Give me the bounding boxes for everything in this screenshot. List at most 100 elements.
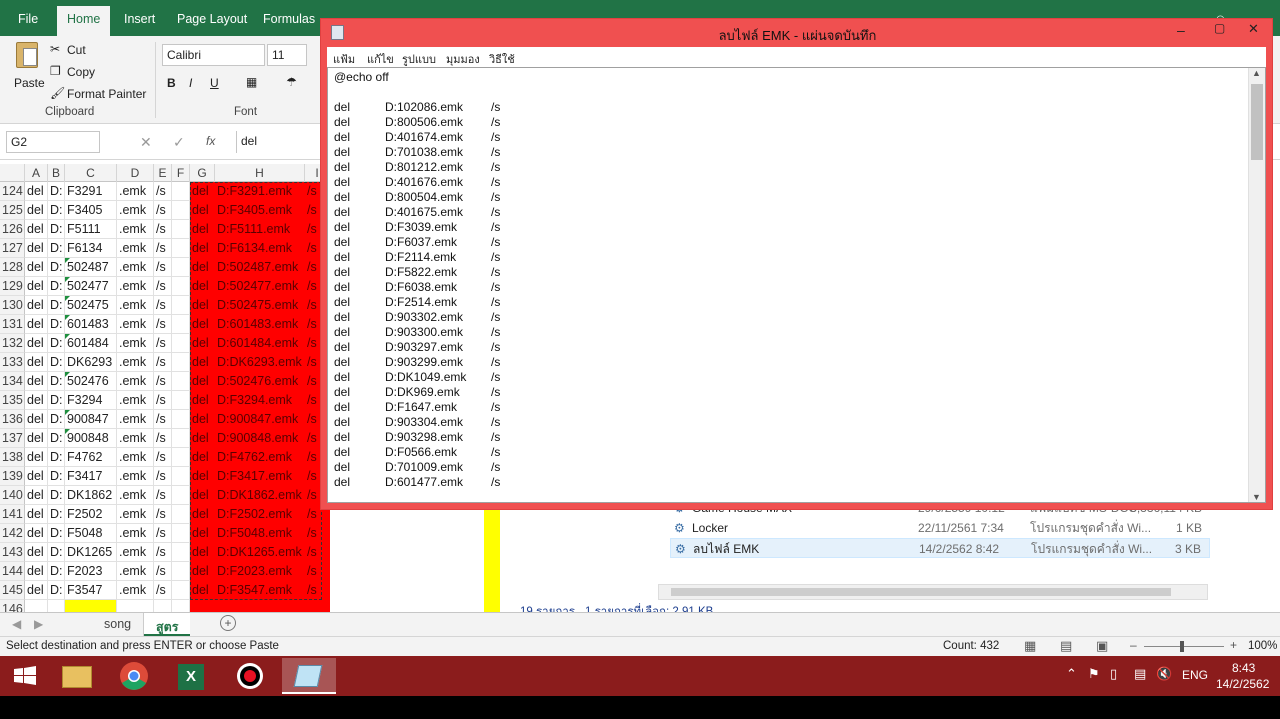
cell-e[interactable]: /s (154, 391, 172, 410)
cell-d[interactable]: .emk (117, 562, 154, 581)
cell-d[interactable]: .emk (117, 277, 154, 296)
cell-a[interactable]: del (25, 448, 48, 467)
cell-a[interactable]: del (25, 315, 48, 334)
menu-view[interactable]: มุมมอง (446, 50, 480, 68)
cell-c[interactable]: F3294 (65, 391, 117, 410)
underline-button[interactable]: U (210, 76, 219, 90)
cell-b[interactable]: D: (48, 581, 65, 600)
cell-c[interactable]: DK6293 (65, 353, 117, 372)
row-header[interactable]: 132 (0, 334, 25, 353)
cell-g[interactable]: del (190, 467, 215, 486)
cell-a[interactable]: del (25, 581, 48, 600)
start-button[interactable] (0, 658, 52, 694)
column-header-h[interactable]: H (215, 164, 305, 182)
cell-h[interactable]: D:F2023.emk (215, 562, 305, 581)
cell-g[interactable]: del (190, 201, 215, 220)
cell-f[interactable] (172, 201, 190, 220)
cell-b[interactable]: D: (48, 505, 65, 524)
cell-g[interactable]: del (190, 429, 215, 448)
cell-d[interactable]: .emk (117, 486, 154, 505)
cell-c[interactable]: 502475 (65, 296, 117, 315)
cell-h[interactable]: D:F3405.emk (215, 201, 305, 220)
bold-button[interactable]: B (167, 76, 176, 90)
cell-b[interactable]: D: (48, 334, 65, 353)
cell-a[interactable]: del (25, 391, 48, 410)
cell-d[interactable]: .emk (117, 372, 154, 391)
cell-e[interactable]: /s (154, 505, 172, 524)
paste-button[interactable]: Paste (10, 40, 46, 96)
cell-a[interactable]: del (25, 410, 48, 429)
close-button[interactable]: ✕ (1248, 21, 1259, 37)
cell-h[interactable]: D:DK1265.emk (215, 543, 305, 562)
cancel-icon[interactable]: ✕ (140, 134, 152, 151)
cell-e[interactable]: /s (154, 410, 172, 429)
cell-a[interactable]: del (25, 505, 48, 524)
cell-a[interactable]: del (25, 201, 48, 220)
cell-f[interactable] (172, 543, 190, 562)
row-header[interactable]: 131 (0, 315, 25, 334)
column-header-f[interactable]: F (172, 164, 190, 182)
cell-d[interactable]: .emk (117, 201, 154, 220)
cell-f[interactable] (172, 391, 190, 410)
font-size-select[interactable]: 11 (267, 44, 307, 66)
row-header[interactable]: 142 (0, 524, 25, 543)
zoom-out-icon[interactable]: – (1130, 638, 1137, 652)
cell-c[interactable]: F5111 (65, 220, 117, 239)
column-header-b[interactable]: B (48, 164, 65, 182)
cell-e[interactable]: /s (154, 486, 172, 505)
enter-icon[interactable]: ✓ (173, 134, 185, 151)
cell-b[interactable]: D: (48, 524, 65, 543)
cell-c[interactable]: F2502 (65, 505, 117, 524)
scroll-down-icon[interactable]: ▼ (1252, 492, 1261, 502)
page-layout-view-icon[interactable]: ▤ (1060, 638, 1072, 654)
cell-c[interactable]: F3405 (65, 201, 117, 220)
cell-d[interactable]: .emk (117, 467, 154, 486)
cell-b[interactable]: D: (48, 391, 65, 410)
cell-a[interactable]: del (25, 372, 48, 391)
row-header[interactable]: 134 (0, 372, 25, 391)
cell-e[interactable]: /s (154, 353, 172, 372)
cell-f[interactable] (172, 239, 190, 258)
cell-b[interactable]: D: (48, 543, 65, 562)
cell-a[interactable]: del (25, 239, 48, 258)
cell-d[interactable]: .emk (117, 410, 154, 429)
horizontal-scrollbar[interactable] (658, 584, 1208, 600)
cell-c[interactable]: 900848 (65, 429, 117, 448)
action-center-flag-icon[interactable]: ⚑ (1088, 666, 1100, 682)
row-header[interactable]: 140 (0, 486, 25, 505)
cell-g[interactable]: del (190, 581, 215, 600)
cell-g[interactable]: del (190, 296, 215, 315)
cell-b[interactable]: D: (48, 220, 65, 239)
cell-d[interactable]: .emk (117, 505, 154, 524)
cell-b[interactable]: D: (48, 239, 65, 258)
cell-e[interactable]: /s (154, 448, 172, 467)
cell-e[interactable]: /s (154, 182, 172, 201)
cell-g[interactable]: del (190, 334, 215, 353)
cell-h[interactable]: D:601484.emk (215, 334, 305, 353)
cell-h[interactable]: D:502476.emk (215, 372, 305, 391)
row-header[interactable]: 141 (0, 505, 25, 524)
cell-f[interactable] (172, 581, 190, 600)
cell-h[interactable]: D:F3291.emk (215, 182, 305, 201)
insert-function-button[interactable]: fx (206, 134, 215, 148)
cell-e[interactable]: /s (154, 315, 172, 334)
cell-b[interactable]: D: (48, 277, 65, 296)
clock-time[interactable]: 8:43 (1232, 661, 1255, 675)
excel-taskbar-button[interactable]: X (166, 658, 218, 694)
normal-view-icon[interactable]: ▦ (1024, 638, 1036, 654)
cell-g[interactable]: del (190, 258, 215, 277)
column-header-c[interactable]: C (65, 164, 117, 182)
column-header-a[interactable]: A (25, 164, 48, 182)
tab-insert[interactable]: Insert (124, 0, 155, 36)
cell-f[interactable] (172, 524, 190, 543)
cell-c[interactable]: 502476 (65, 372, 117, 391)
notepad-taskbar-button[interactable] (282, 658, 336, 694)
zoom-slider[interactable] (1144, 641, 1224, 652)
menu-file[interactable]: แฟ้ม (333, 50, 355, 68)
file-explorer-taskbar-button[interactable] (52, 658, 104, 694)
cell-i[interactable]: /s (305, 524, 330, 543)
cell-a[interactable]: del (25, 486, 48, 505)
maximize-button[interactable]: ▢ (1214, 21, 1225, 35)
cell-h[interactable]: D:601483.emk (215, 315, 305, 334)
notepad-text-area[interactable]: @echo off del D:102086.emk/s del D:800506.e… (327, 67, 1266, 503)
